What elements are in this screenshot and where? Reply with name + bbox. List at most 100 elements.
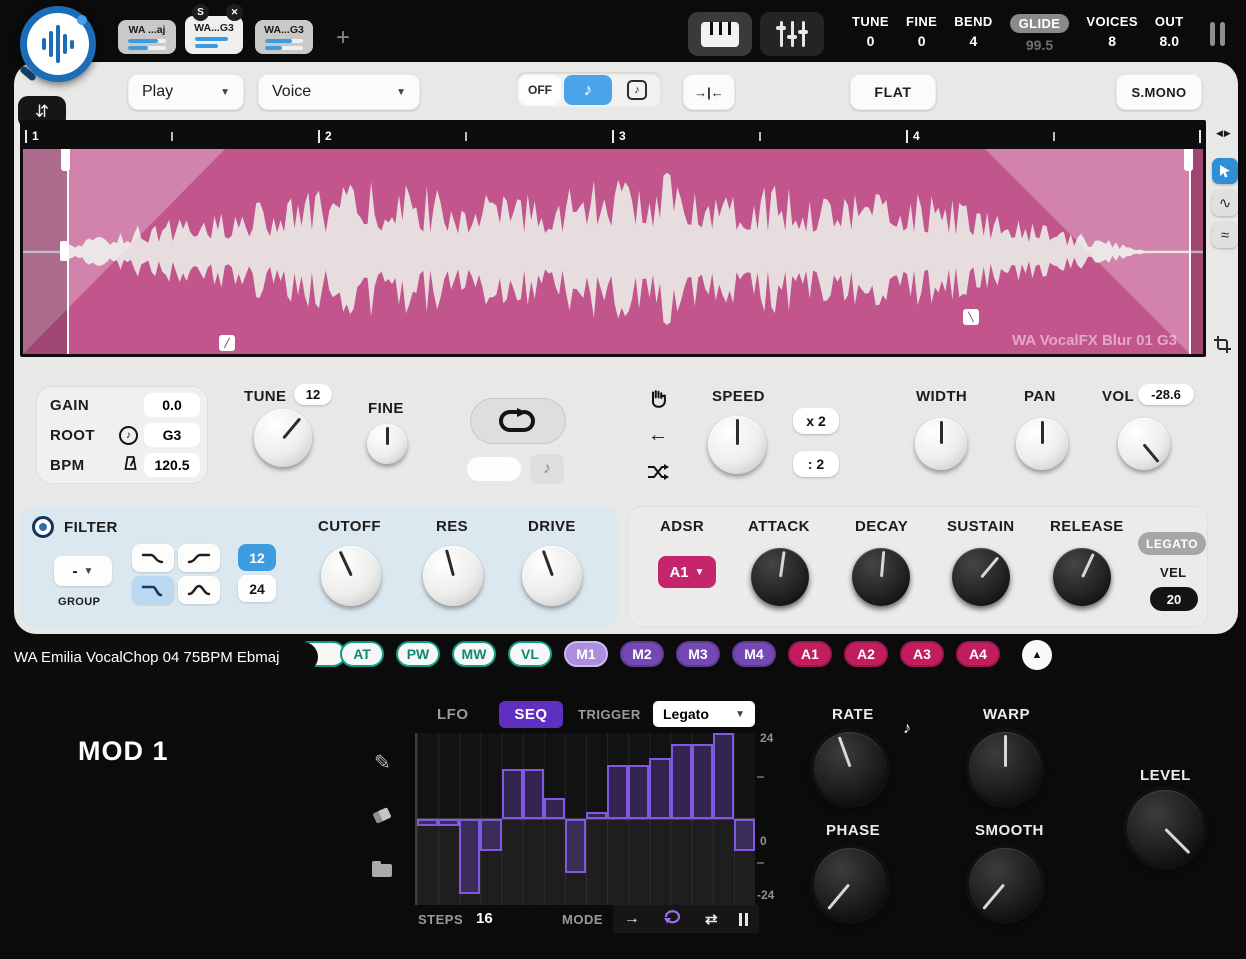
filter-type-lowpass-gentle[interactable] <box>132 544 174 572</box>
rate-knob[interactable] <box>814 732 886 804</box>
speed-knob[interactable] <box>708 416 766 474</box>
wave-warp-tool-button[interactable]: ≈ <box>1212 222 1238 248</box>
fine-knob[interactable] <box>367 424 407 464</box>
seq-step[interactable] <box>692 744 713 819</box>
steps-value[interactable]: 16 <box>476 910 493 927</box>
seq-step[interactable] <box>565 819 586 873</box>
seq-step[interactable] <box>502 769 523 819</box>
tune-value[interactable]: 0 <box>867 33 875 49</box>
rate-sync-note-icon[interactable]: ♪ <box>903 720 911 738</box>
seq-step[interactable] <box>607 765 628 819</box>
res-knob[interactable] <box>423 546 483 606</box>
seq-step[interactable] <box>480 819 501 851</box>
start-marker-handle[interactable] <box>61 149 70 171</box>
panic-button[interactable] <box>1210 22 1225 46</box>
seq-step[interactable] <box>671 744 692 819</box>
mod-pill-vl[interactable]: VL <box>508 641 552 667</box>
bpm-value[interactable]: 120.5 <box>144 453 200 477</box>
sustain-knob[interactable] <box>952 548 1010 606</box>
seq-step[interactable] <box>586 812 607 819</box>
root-value[interactable]: G3 <box>144 423 200 447</box>
fade-out-handle[interactable]: ╲ <box>963 309 979 325</box>
mod-pill-at[interactable]: AT <box>340 641 384 667</box>
timeline-ruler[interactable]: 1 2 3 4 <box>23 123 1203 149</box>
mod-pill-m4[interactable]: M4 <box>732 641 776 667</box>
mode-pingpong-button[interactable]: ⇄ <box>705 910 718 928</box>
zoom-arrows-icon[interactable]: ◀▶ <box>1216 128 1232 139</box>
loop-mode-button[interactable] <box>470 398 566 444</box>
legato-button[interactable]: LEGATO <box>1138 532 1206 555</box>
width-knob[interactable] <box>915 418 967 470</box>
speed-half-button[interactable]: : 2 <box>793 451 839 477</box>
mod-pill-m1-selected[interactable]: M1 <box>564 641 608 667</box>
mod-pill-pw[interactable]: PW <box>396 641 440 667</box>
mod-pill-mw[interactable]: MW <box>452 641 496 667</box>
start-marker-grip[interactable] <box>60 241 68 261</box>
seq-step[interactable] <box>649 758 670 819</box>
wave-edit-tool-button[interactable]: ∿ <box>1212 190 1238 216</box>
tab-close-icon[interactable]: ✕ <box>226 4 243 21</box>
filter-type-bandpass[interactable] <box>178 576 220 604</box>
seq-grid[interactable] <box>415 733 755 905</box>
loop-length-field[interactable] <box>466 456 522 482</box>
reverse-button[interactable]: ← <box>648 424 668 447</box>
cutoff-knob[interactable] <box>321 546 381 606</box>
level-knob[interactable] <box>1127 790 1203 866</box>
pan-knob[interactable] <box>1016 418 1068 470</box>
attack-knob[interactable] <box>751 548 809 606</box>
filter-type-lowpass-selected[interactable] <box>132 576 174 604</box>
phase-knob[interactable] <box>814 848 886 920</box>
vel-value[interactable]: 20 <box>1150 587 1198 611</box>
smooth-knob[interactable] <box>969 848 1041 920</box>
grab-tool-button[interactable] <box>648 388 668 413</box>
loop-sync-button[interactable]: ♪ <box>530 454 564 484</box>
release-knob[interactable] <box>1053 548 1111 606</box>
glide-pill[interactable]: GLIDE <box>1010 14 1070 33</box>
seq-step[interactable] <box>459 819 480 894</box>
seq-preset-folder[interactable] <box>372 864 392 877</box>
sync-note-button-selected[interactable]: ♪ <box>564 75 612 105</box>
keyboard-view-button[interactable] <box>688 12 752 56</box>
drive-knob[interactable] <box>522 546 582 606</box>
vol-knob-value[interactable]: -28.6 <box>1138 384 1194 405</box>
out-value[interactable]: 8.0 <box>1160 33 1179 49</box>
gain-value[interactable]: 0.0 <box>144 393 200 417</box>
sync-off-button[interactable]: OFF <box>519 75 561 105</box>
mod-pill-a2[interactable]: A2 <box>844 641 888 667</box>
seq-step[interactable] <box>734 819 755 851</box>
filter-group-dropdown[interactable]: - ▼ <box>54 556 112 586</box>
fade-in-handle[interactable]: ╱ <box>219 335 235 351</box>
seq-eraser-tool[interactable] <box>374 810 390 821</box>
mode-forward-button[interactable]: → <box>624 910 640 928</box>
seq-step[interactable] <box>628 765 649 819</box>
stereo-mono-button[interactable]: S.MONO <box>1116 74 1202 110</box>
select-tool-button[interactable] <box>1212 158 1238 184</box>
filter-slope-24-button[interactable]: 24 <box>238 575 276 602</box>
mod-pill-m3[interactable]: M3 <box>676 641 720 667</box>
warp-knob[interactable] <box>969 732 1041 804</box>
tab-solo-badge[interactable]: S <box>192 4 209 21</box>
waveform-display[interactable]: ╱ ╲ WA VocalFX Blur 01 G3 <box>23 149 1203 354</box>
speed-double-button[interactable]: x 2 <box>793 408 839 434</box>
mode-loop-button-selected[interactable] <box>661 909 683 930</box>
mixer-view-button[interactable] <box>760 12 824 56</box>
fine-value[interactable]: 0 <box>918 33 926 49</box>
filter-type-highpass[interactable] <box>178 544 220 572</box>
shuffle-button[interactable] <box>646 464 670 485</box>
crop-button[interactable] <box>1214 336 1231 358</box>
preset-tab-2-selected[interactable]: WA...G3 <box>185 16 243 54</box>
voice-mode-dropdown[interactable]: Voice ▼ <box>258 74 420 110</box>
seq-step[interactable] <box>417 819 438 826</box>
mod-pill-m2[interactable]: M2 <box>620 641 664 667</box>
seq-step[interactable] <box>544 798 565 820</box>
seq-step[interactable] <box>523 769 544 819</box>
add-tab-button[interactable]: + <box>336 24 350 52</box>
seq-step[interactable] <box>713 733 734 819</box>
end-marker[interactable] <box>1189 149 1191 354</box>
preset-tab-1[interactable]: WA ...aj <box>118 20 176 54</box>
play-mode-dropdown[interactable]: Play ▼ <box>128 74 244 110</box>
sync-triplet-button[interactable]: ♪ <box>615 75 659 105</box>
trim-button[interactable]: →|← <box>683 74 735 110</box>
voices-value[interactable]: 8 <box>1108 33 1116 49</box>
trigger-dropdown[interactable]: Legato ▼ <box>653 701 755 727</box>
